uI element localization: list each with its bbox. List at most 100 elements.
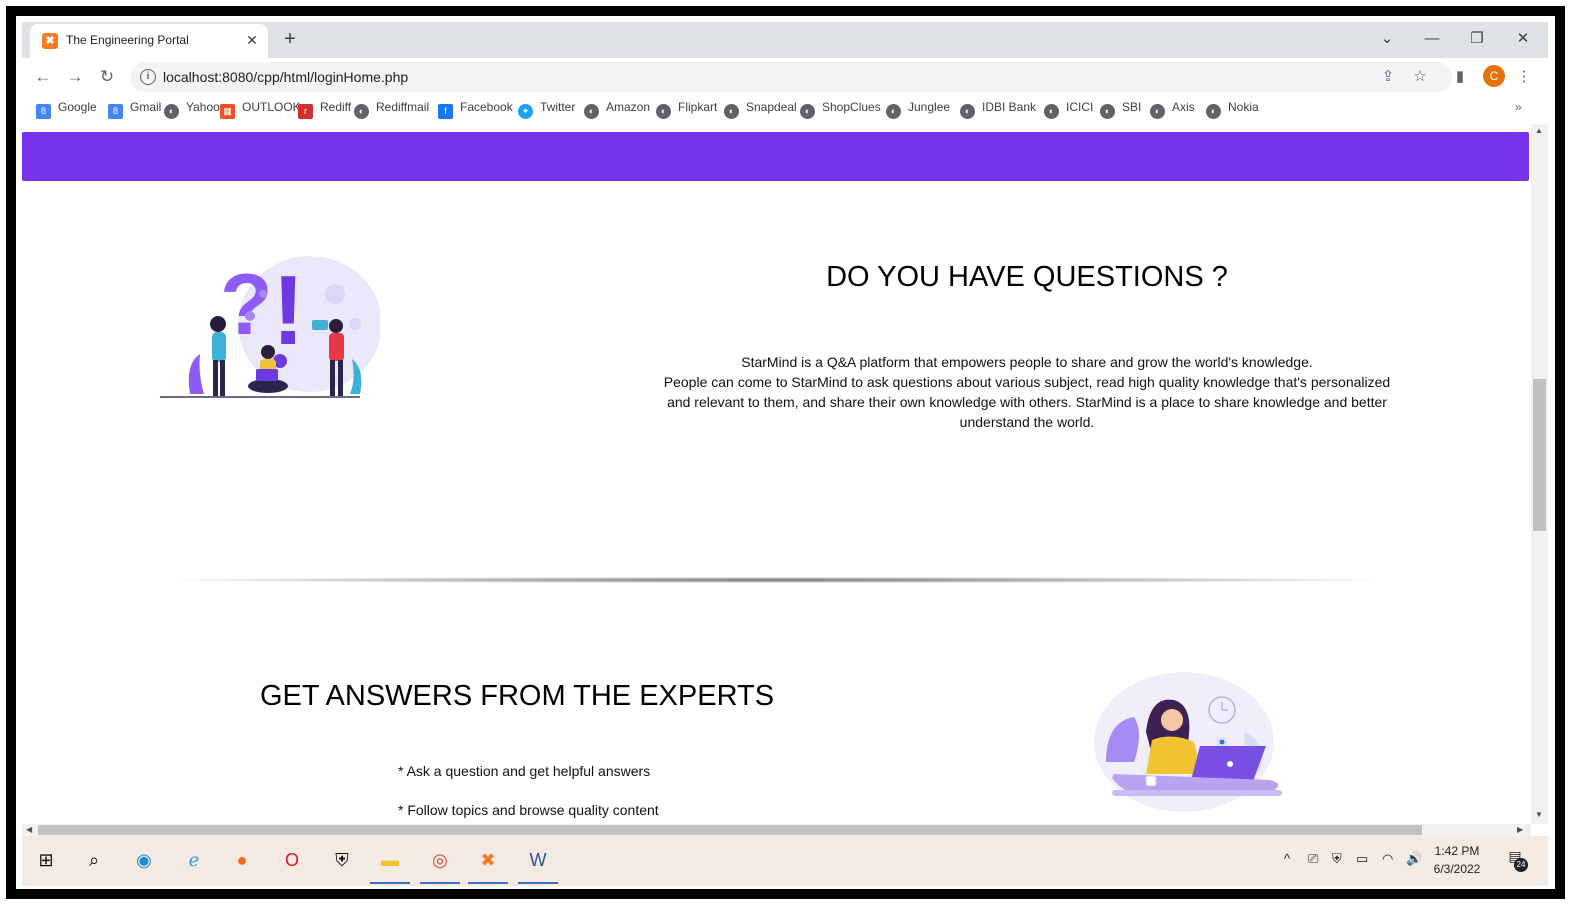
bookmark-flipkart[interactable]: ◐ Flipkart [656,100,717,120]
bookmark-rediffmail[interactable]: ◐ Rediffmail [354,100,429,120]
system-clock[interactable]: 1:42 PM 6/3/2022 [1427,842,1487,878]
internet-explorer-icon[interactable]: ℯ [180,846,208,874]
horizontal-scroll-thumb[interactable] [38,825,1422,835]
globe-icon: ◐ [584,104,599,119]
scroll-right-arrow-icon[interactable]: ▶ [1517,824,1523,836]
bookmark-sbi[interactable]: ◐ SBI [1100,100,1141,120]
bookmark-snapdeal[interactable]: ◐ Snapdeal [724,100,797,120]
side-panel-icon[interactable]: ▮ [1449,66,1471,88]
tab-search-dropdown-icon[interactable]: ⌄ [1372,26,1402,52]
globe-icon: ◐ [656,104,671,119]
url-text[interactable]: localhost:8080/cpp/html/loginHome.php [163,69,408,85]
meet-now-icon[interactable]: ⎚ [1308,851,1318,867]
experts-heading: GET ANSWERS FROM THE EXPERTS [260,680,775,712]
globe-icon: ◐ [960,104,975,119]
bookmark-label: Nokia [1228,100,1259,114]
header-banner [22,132,1529,181]
twitter-icon: ✦ [518,104,533,119]
share-icon[interactable]: ⇪ [1378,67,1398,87]
vertical-scrollbar[interactable]: ▲ ▼ [1531,124,1548,824]
globe-icon: ◐ [1100,104,1115,119]
bookmark-amazon[interactable]: ◐ Amazon [584,100,650,120]
defender-shield-icon[interactable]: ⛨ [1332,851,1342,867]
bookmark-rediff[interactable]: r Rediff [298,100,351,120]
notifications-icon[interactable]: ▤ 24 [1504,848,1528,872]
bookmark-label: Facebook [460,100,513,114]
new-tab-button[interactable]: + [278,28,302,52]
bookmark-gmail[interactable]: 8 Gmail [108,100,161,120]
bookmark-label: Snapdeal [746,100,797,114]
back-button[interactable]: ← [30,64,56,90]
bookmark-outlook[interactable]: ▦ OUTLOOK [220,100,301,120]
chrome-icon[interactable]: ◎ [420,846,460,884]
bookmark-icici[interactable]: ◐ ICICI [1044,100,1093,120]
scroll-left-arrow-icon[interactable]: ◀ [26,824,32,836]
battery-icon[interactable]: ▭ [1356,851,1368,867]
rediff-icon: r [298,104,313,119]
forward-button[interactable]: → [62,64,88,90]
bookmarks-bar: » 8 Google 8 Gmail ◐ Yahoo ▦ OUTLOOK r Rediff ◐ Red… [22,96,1548,124]
experts-bullet: * Ask a question and get helpful answers [398,763,651,779]
bookmark-twitter[interactable]: ✦ Twitter [518,100,575,120]
bookmark-label: Rediffmail [376,100,430,114]
browser-window: ✖ The Engineering Portal ✕ + ⌄ — ❐ ✕ ← →… [22,22,1548,886]
bookmark-facebook[interactable]: f Facebook [438,100,513,120]
bookmark-label: Yahoo [186,100,220,114]
notification-count-badge: 24 [1514,858,1528,872]
globe-icon: ◐ [724,104,739,119]
bookmark-label: SBI [1122,100,1142,114]
questions-heading: DO YOU HAVE QUESTIONS ? [826,261,1228,293]
bookmark-label: Twitter [540,100,576,114]
globe-icon: ◐ [1044,104,1059,119]
profile-avatar[interactable]: C [1483,65,1505,87]
facebook-icon: f [438,104,453,119]
wifi-icon[interactable]: ◠ [1382,851,1393,867]
experts-bullet: * Follow topics and browse quality conte… [398,802,659,818]
site-info-icon[interactable]: i [140,69,156,85]
reload-button[interactable]: ↻ [94,64,120,90]
edge-icon[interactable]: ◉ [130,846,158,874]
xampp-icon[interactable]: ✖ [468,846,508,884]
tab-engineering-portal[interactable]: ✖ The Engineering Portal ✕ [30,24,268,58]
security-shield-icon[interactable]: ⛨ [328,846,356,874]
browser-menu-icon[interactable]: ⋮ [1513,66,1535,88]
search-icon[interactable]: ⌕ [80,846,108,874]
firefox-icon[interactable]: ● [228,846,256,874]
opera-icon[interactable]: O [278,846,306,874]
restore-button[interactable]: ❐ [1462,26,1492,52]
bookmark-junglee[interactable]: ◐ Junglee [886,100,950,120]
bookmark-label: ShopClues [822,100,881,114]
tab-close-icon[interactable]: ✕ [242,30,262,50]
questions-description: StarMind is a Q&A platform that empowers… [662,352,1392,432]
minimize-button[interactable]: — [1417,26,1447,52]
address-bar[interactable]: i localhost:8080/cpp/html/loginHome.php … [130,62,1452,92]
close-window-button[interactable]: ✕ [1508,26,1538,52]
bookmark-label: Rediff [320,100,352,114]
bookmark-nokia[interactable]: ◐ Nokia [1206,100,1259,120]
tab-strip: ✖ The Engineering Portal ✕ + ⌄ — ❐ ✕ [22,22,1548,58]
more-bookmarks-chevron-icon[interactable]: » [1515,100,1522,114]
scroll-down-arrow-icon[interactable]: ▼ [1535,810,1543,819]
bookmark-label: IDBI Bank [982,100,1037,114]
globe-icon: ◐ [164,104,179,119]
globe-icon: ◐ [354,104,369,119]
bookmark-axis[interactable]: ◐ Axis [1150,100,1195,120]
vertical-scroll-thumb[interactable] [1533,379,1546,531]
svg-text:!: ! [272,255,305,365]
file-explorer-icon[interactable]: ▬ [370,846,410,884]
scroll-up-arrow-icon[interactable]: ▲ [1535,126,1543,135]
bookmark-star-icon[interactable]: ☆ [1410,67,1430,87]
bookmark-shopclues[interactable]: ◐ ShopClues [800,100,881,120]
word-icon[interactable]: W [518,846,558,884]
bookmark-google[interactable]: 8 Google [36,100,97,120]
windows-taskbar: 1:42 PM 6/3/2022 ▤ 24 ⊞ ⌕ ◉ ℯ ● O ⛨ ▬ ◎ ✖ W ^ ⎚ ⛨ ▭ ◠ 🔊 [22,836,1548,886]
horizontal-scrollbar[interactable]: ◀ ▶ [22,824,1531,836]
experts-illustration [1094,672,1282,812]
bookmark-idbi-bank[interactable]: ◐ IDBI Bank [960,100,1036,120]
show-hidden-icons-chevron-icon[interactable]: ^ [1284,851,1290,866]
bookmark-yahoo[interactable]: ◐ Yahoo [164,100,220,120]
bookmark-label: Google [58,100,97,114]
volume-icon[interactable]: 🔊 [1406,851,1422,867]
windows-start-icon[interactable]: ⊞ [32,846,60,874]
globe-icon: ◐ [1150,104,1165,119]
